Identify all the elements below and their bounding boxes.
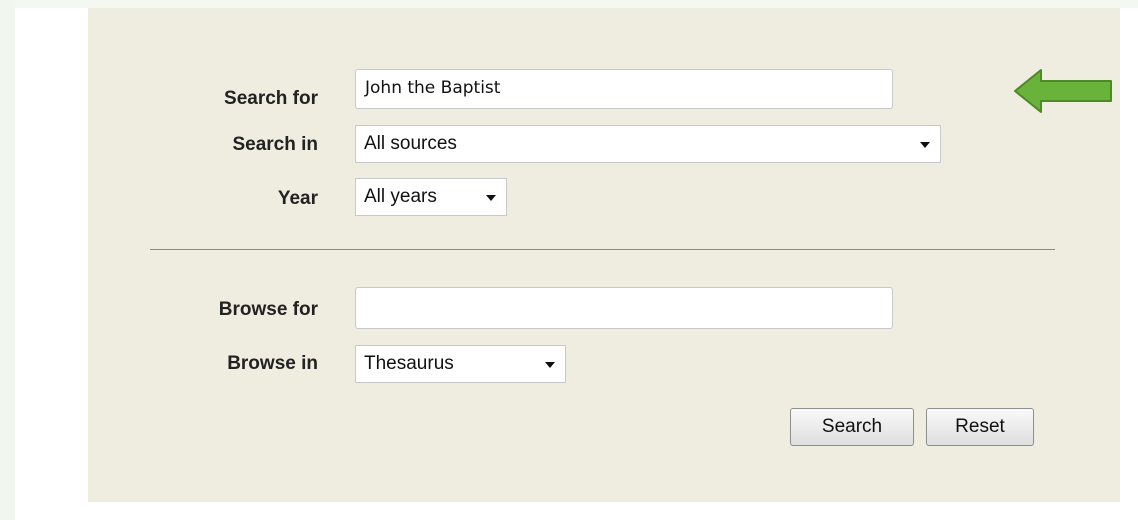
search-in-label: Search in bbox=[232, 134, 318, 155]
chevron-down-icon bbox=[486, 195, 496, 201]
search-panel: Search for John the Baptist Search in Al… bbox=[88, 8, 1120, 502]
reset-button[interactable]: Reset bbox=[926, 408, 1034, 446]
chevron-down-icon bbox=[545, 362, 555, 368]
year-select[interactable]: All years bbox=[355, 178, 507, 216]
search-for-label: Search for bbox=[224, 88, 318, 109]
year-label: Year bbox=[277, 188, 318, 209]
browse-in-select[interactable]: Thesaurus bbox=[355, 345, 566, 383]
browse-for-label: Browse for bbox=[218, 299, 318, 320]
chevron-down-icon bbox=[920, 142, 930, 148]
left-arrow-icon bbox=[1014, 69, 1112, 113]
browse-in-selected-value: Thesaurus bbox=[364, 353, 454, 374]
search-in-select[interactable]: All sources bbox=[355, 125, 941, 163]
section-divider bbox=[150, 249, 1055, 250]
year-selected-value: All years bbox=[364, 186, 437, 207]
browse-for-input[interactable] bbox=[355, 287, 893, 329]
page-top-strip bbox=[0, 0, 1138, 8]
search-button[interactable]: Search bbox=[790, 408, 914, 446]
browse-in-label: Browse in bbox=[227, 353, 318, 374]
search-in-selected-value: All sources bbox=[364, 133, 457, 154]
page-left-strip bbox=[0, 0, 15, 520]
search-for-input[interactable]: John the Baptist bbox=[355, 69, 893, 109]
